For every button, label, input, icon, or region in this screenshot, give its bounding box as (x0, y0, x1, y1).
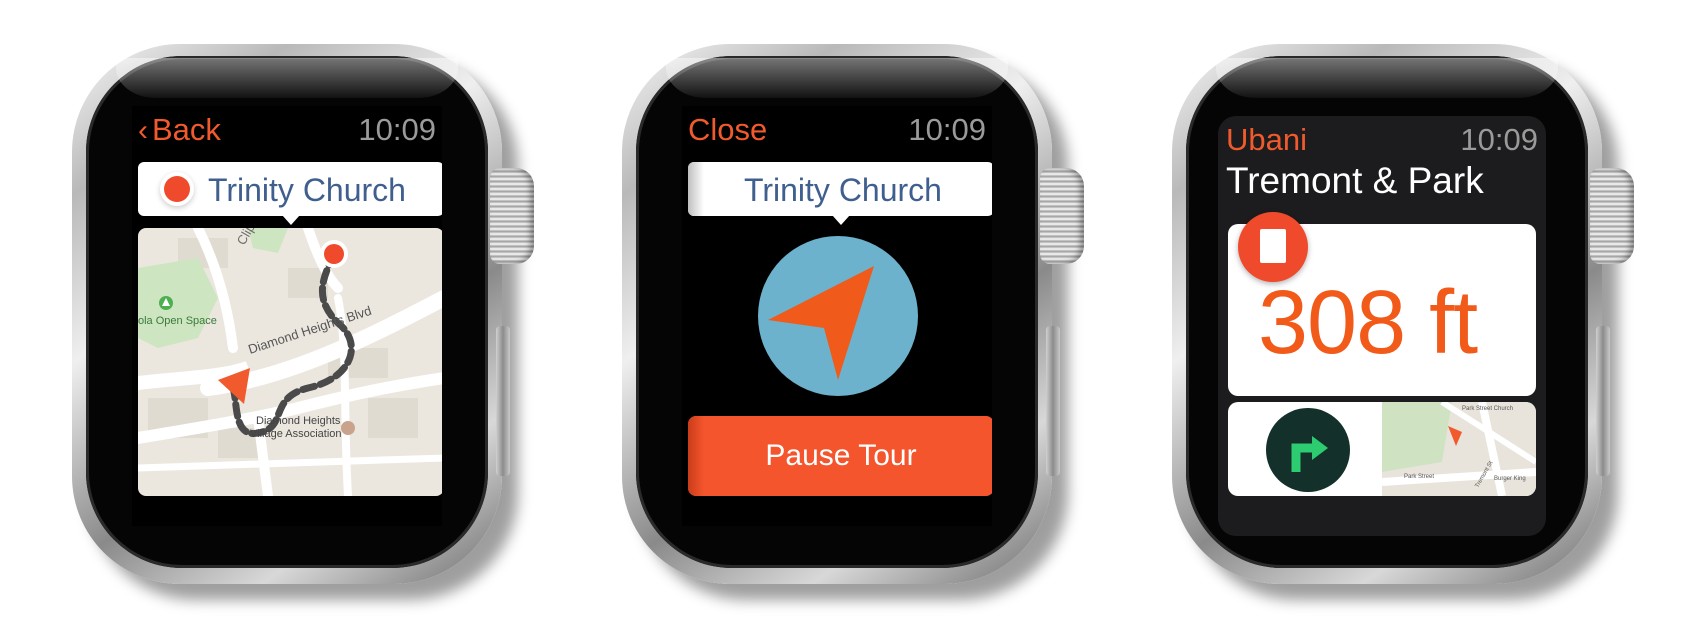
map-label: Burger King (1494, 476, 1526, 482)
back-label: Back (152, 112, 221, 147)
compass (758, 236, 918, 396)
digital-crown[interactable] (1040, 168, 1084, 264)
digital-crown[interactable] (490, 168, 534, 264)
turn-card[interactable]: Park Street Church Park Street Tremont S… (1228, 402, 1536, 496)
distance-value: 308 ft (1258, 273, 1478, 373)
watch-frame-3: Ubani 10:09 Tremont & Park 308 ft Park S… (1172, 44, 1640, 584)
pause-tour-button[interactable]: Pause Tour (688, 416, 992, 496)
destination-name: Trinity Church (744, 172, 942, 208)
map-label: Park Street Church (1462, 406, 1513, 412)
location-title: Tremont & Park (1226, 160, 1484, 201)
map-label: Diamond Heights (256, 415, 341, 427)
pause-tour-label: Pause Tour (765, 439, 917, 472)
close-button[interactable]: Close (688, 112, 767, 148)
map-graphic: Clipp ola Open Space Diamond Heights Blv… (138, 228, 442, 496)
watch-screen-3: Ubani 10:09 Tremont & Park 308 ft Park S… (1218, 116, 1546, 536)
destination-name: Trinity Church (208, 172, 406, 208)
watch-frame-1: ‹ Back 10:09 Trinity Church Clipp ola Op… (72, 44, 540, 584)
turn-right-icon (1266, 408, 1350, 492)
direction-arrow-icon (768, 266, 874, 380)
destination-callout[interactable]: Trinity Church (688, 162, 992, 225)
side-button[interactable] (496, 326, 510, 476)
map-label: Park Street (1404, 474, 1434, 480)
side-button[interactable] (1596, 326, 1610, 476)
mini-map[interactable]: Park Street Church Park Street Tremont S… (1381, 402, 1536, 496)
map-label: Village Association (250, 428, 342, 440)
clock: 10:09 (358, 112, 436, 147)
clock: 10:09 (908, 112, 986, 147)
distance-card: 308 ft (1228, 212, 1536, 396)
watch-frame-2: Close 10:09 Trinity Church Pause Tour (622, 44, 1090, 584)
watch-screen-1: ‹ Back 10:09 Trinity Church Clipp ola Op… (132, 106, 442, 526)
digital-crown[interactable] (1590, 168, 1634, 264)
map-label: ola Open Space (138, 315, 217, 327)
clock: 10:09 (1460, 122, 1538, 157)
back-button[interactable]: ‹ Back (138, 112, 221, 148)
side-button[interactable] (1046, 326, 1060, 476)
app-name[interactable]: Ubani (1226, 122, 1307, 158)
route-map[interactable]: Clipp ola Open Space Diamond Heights Blv… (138, 228, 442, 496)
destination-callout[interactable]: Trinity Church (138, 162, 442, 225)
watch-screen-2: Close 10:09 Trinity Church Pause Tour (682, 106, 992, 526)
location-pin-icon (164, 176, 190, 202)
chevron-left-icon: ‹ (138, 114, 148, 147)
status-bar: ‹ Back 10:09 (132, 106, 442, 150)
status-bar: Close 10:09 (682, 106, 992, 150)
